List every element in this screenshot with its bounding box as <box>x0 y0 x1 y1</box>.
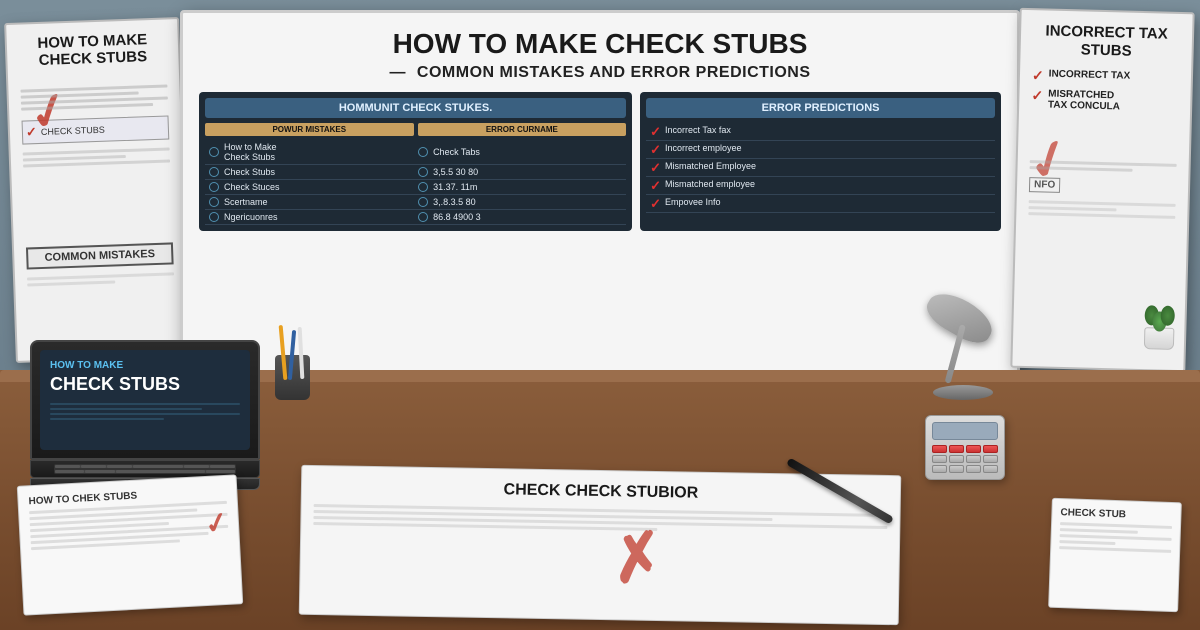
error-check-2: ✓ <box>650 143 661 156</box>
circle-icon <box>209 147 219 157</box>
error-check-3: ✓ <box>650 161 661 174</box>
calc-body <box>925 415 1005 480</box>
table-row: Scertname 3,.8.3.5 80 <box>205 195 626 210</box>
error-row: ✓ Incorrect Tax fax <box>646 123 995 141</box>
lamp <box>925 300 1000 400</box>
calc-btn <box>932 465 947 473</box>
circle-icon-6 <box>418 182 428 192</box>
right-checklist-item: ✓ MISRATCHEDTAX CONCULA <box>1031 88 1179 114</box>
right-checklist-item: ✓ INCORRECT TAX <box>1032 68 1179 86</box>
circle-icon-4 <box>418 167 428 177</box>
paper-lines <box>29 501 229 550</box>
table-row: Check Stuces 31.37. 11m <box>205 180 626 195</box>
error-check-4: ✓ <box>650 179 661 192</box>
error-check-1: ✓ <box>650 125 661 138</box>
right-checklist: ✓ INCORRECT TAX ✓ MISRATCHEDTAX CONCULA <box>1031 68 1179 114</box>
left-col-header: HOMMUNIT CHECK STUKES. <box>205 98 626 118</box>
calc-btn <box>949 455 964 463</box>
calc-btn <box>949 445 964 453</box>
calc-btn <box>966 455 981 463</box>
right-col-header: ERROR PREDICTIONS <box>646 98 995 118</box>
circle-icon-10 <box>418 212 428 222</box>
red-x-paper: ✗ <box>606 522 669 594</box>
laptop-lid: HOW TO MAKE CHECK STUBS <box>30 340 260 460</box>
paper-bottom-center: CHECK CHECK STUBIOR ✗ <box>299 465 902 625</box>
pencil-cup <box>275 355 310 400</box>
poster-main-columns: HOMMUNIT CHECK STUKES. POWUR MISTAKES ER… <box>199 92 1001 231</box>
circle-icon-7 <box>209 197 219 207</box>
poster-main-subtitle: — COMMON MISTAKES AND ERROR PREDICTIONS <box>199 64 1001 82</box>
laptop: HOW TO MAKE CHECK STUBS <box>30 340 260 490</box>
table-row: Ngericuonres 86.8 4900 3 <box>205 210 626 225</box>
poster-left-title: HOW TO MAKE CHECK STUBS <box>19 32 167 70</box>
poster-left-section: COMMON MISTAKES <box>26 242 174 269</box>
paper-bottom-right: CHECK STUB <box>1048 498 1182 612</box>
laptop-display-title: HOW TO MAKE <box>50 360 240 371</box>
calc-btn <box>983 455 998 463</box>
error-row: ✓ Incorrect employee <box>646 141 995 159</box>
circle-icon-2 <box>418 147 428 157</box>
calc-btn <box>983 445 998 453</box>
paper-bottom-center-title: CHECK CHECK STUBIOR <box>314 478 888 506</box>
calc-btn <box>932 455 947 463</box>
calc-btn <box>966 465 981 473</box>
error-check-5: ✓ <box>650 197 661 210</box>
scene: HOW TO MAKE CHECK STUBS ✓ ✓ CHECK STUBS … <box>0 0 1200 630</box>
circle-icon-9 <box>209 212 219 222</box>
paper-lines-right <box>1059 522 1172 553</box>
col-header-mistakes: POWUR MISTAKES <box>205 123 414 136</box>
poster-col-right: ERROR PREDICTIONS ✓ Incorrect Tax fax ✓ … <box>640 92 1001 231</box>
poster-main: HOW TO MAKE CHECK STUBS — COMMON MISTAKE… <box>180 10 1020 400</box>
poster-col-left: HOMMUNIT CHECK STUKES. POWUR MISTAKES ER… <box>199 92 632 231</box>
error-row: ✓ Mismatched employee <box>646 177 995 195</box>
calc-btn <box>949 465 964 473</box>
poster-main-title: HOW TO MAKE CHECK STUBS <box>199 29 1001 60</box>
table-row: Check Stubs 3,5.5 30 80 <box>205 165 626 180</box>
calc-btn <box>932 445 947 453</box>
laptop-display-subtitle: CHECK STUBS <box>50 375 240 395</box>
col-header-errors: ERROR CURNAME <box>418 123 627 136</box>
cup-body <box>275 355 310 400</box>
paper-bottom-right-title: CHECK STUB <box>1060 507 1172 522</box>
calculator <box>925 415 1005 480</box>
right-check-1: ✓ <box>1032 68 1044 82</box>
poster-right-title: INCORRECT TAX STUBS <box>1032 22 1180 62</box>
poster-left: HOW TO MAKE CHECK STUBS ✓ ✓ CHECK STUBS … <box>4 17 191 363</box>
calc-btn <box>983 465 998 473</box>
circle-icon-3 <box>209 167 219 177</box>
lamp-base <box>933 385 993 400</box>
table-row: How to MakeCheck Stubs Check Tabs <box>205 140 626 165</box>
calc-buttons <box>932 445 998 473</box>
paper-lines-center <box>313 504 887 535</box>
paper-bottom-left: HOW TO CHEK STUBS ✓ <box>17 474 244 615</box>
circle-icon-8 <box>418 197 428 207</box>
calc-screen <box>932 422 998 440</box>
error-row: ✓ Empovee Info <box>646 195 995 213</box>
calc-btn <box>966 445 981 453</box>
laptop-display: HOW TO MAKE CHECK STUBS <box>40 350 250 450</box>
right-check-2: ✓ <box>1031 88 1043 102</box>
poster-right: INCORRECT TAX STUBS ✓ INCORRECT TAX ✓ MI… <box>1010 8 1194 372</box>
circle-icon-5 <box>209 182 219 192</box>
error-row: ✓ Mismatched Employee <box>646 159 995 177</box>
